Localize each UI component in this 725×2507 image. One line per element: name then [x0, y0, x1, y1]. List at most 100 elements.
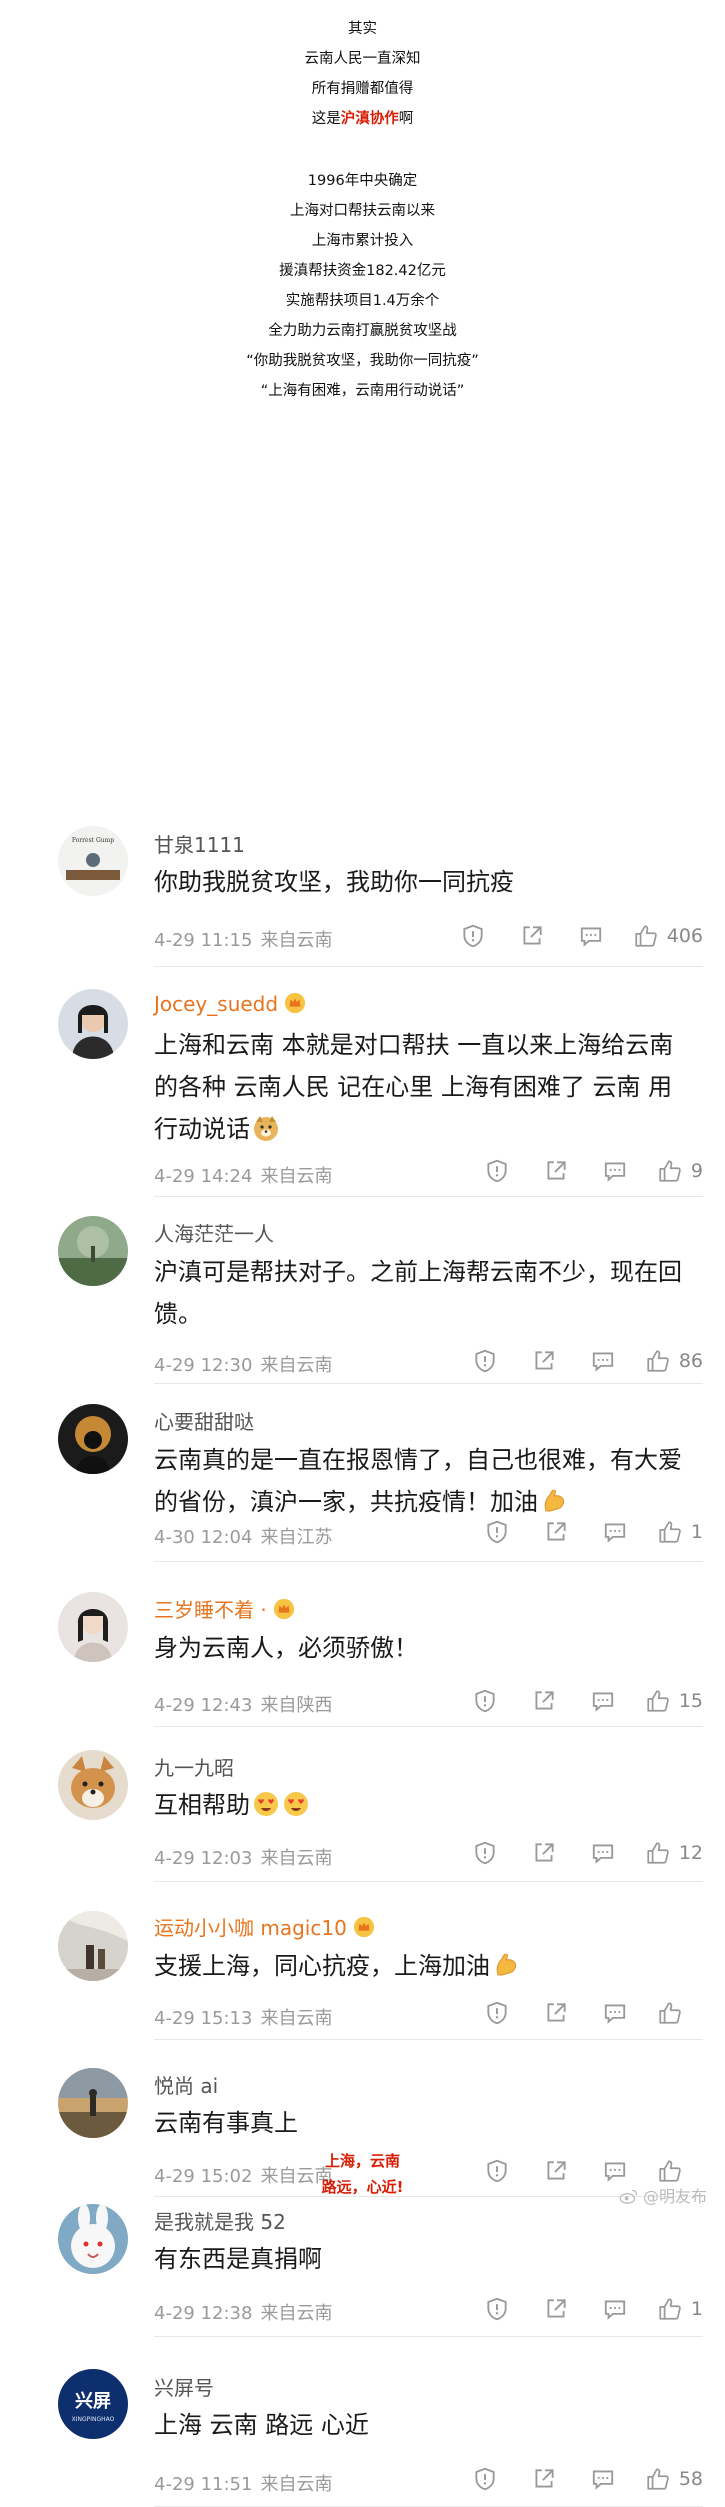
share-icon[interactable]: [529, 2464, 559, 2494]
author-name[interactable]: 三岁睡不着 ·: [154, 1598, 267, 1622]
reply-icon[interactable]: [588, 1686, 618, 1716]
like-button[interactable]: 15: [645, 1688, 703, 1714]
comment-author[interactable]: 三岁睡不着 ·: [154, 1594, 295, 1623]
report-icon[interactable]: [470, 1346, 500, 1376]
comment-meta: 4-29 14:24 来自云南: [154, 1162, 332, 1188]
report-icon[interactable]: [470, 1686, 500, 1716]
intro-line: 全力助力云南打赢脱贫攻坚战: [268, 323, 457, 339]
like-button[interactable]: 1: [657, 2296, 703, 2322]
report-icon[interactable]: [482, 1156, 512, 1186]
flexed-biceps-icon: [544, 1489, 565, 1512]
share-icon[interactable]: [541, 1156, 571, 1186]
divider: [154, 1726, 703, 1727]
comment-text: 身为云南人，必须骄傲！: [154, 1634, 418, 1662]
comment-date: 4-29 12:43: [154, 1695, 253, 1716]
avatar[interactable]: [58, 1750, 128, 1820]
share-icon[interactable]: [517, 921, 547, 951]
avatar[interactable]: [58, 2204, 128, 2274]
like-count: 12: [678, 1842, 703, 1864]
comment-actions: 1: [453, 1517, 703, 1547]
report-icon[interactable]: [482, 1517, 512, 1547]
comment-actions: [453, 1998, 703, 2028]
share-icon[interactable]: [541, 2294, 571, 2324]
share-icon[interactable]: [541, 1998, 571, 2028]
comment-author[interactable]: 运动小小咖 magic10: [154, 1912, 375, 1941]
share-icon[interactable]: [529, 1346, 559, 1376]
like-button[interactable]: 406: [633, 923, 703, 949]
avatar[interactable]: [58, 1404, 128, 1474]
like-icon: [659, 2298, 681, 2320]
avatar[interactable]: [58, 1216, 128, 1286]
svg-text:XINGPINGHAO: XINGPINGHAO: [72, 2416, 115, 2423]
heart-eyes-emoji-icon: [284, 1792, 308, 1816]
comment-meta: 4-29 12:30 来自云南: [154, 1351, 332, 1377]
comment-location: 来自云南: [260, 930, 333, 951]
comment-location: 来自云南: [260, 2474, 333, 2495]
avatar[interactable]: [58, 1592, 128, 1662]
author-name[interactable]: 运动小小咖 magic10: [154, 1916, 347, 1940]
reply-icon[interactable]: [600, 1517, 630, 1547]
report-icon[interactable]: [482, 1998, 512, 2028]
share-icon[interactable]: [529, 1686, 559, 1716]
comment-author[interactable]: 九一九昭: [154, 1752, 234, 1781]
comment-author[interactable]: 悦尚 ai: [154, 2070, 218, 2099]
comment-meta: 4-29 12:38 来自云南: [154, 2299, 332, 2325]
avatar[interactable]: Forrest Gump: [58, 826, 128, 896]
report-icon[interactable]: [482, 2294, 512, 2324]
like-button[interactable]: 12: [645, 1840, 703, 1866]
footer-slogan: 上海，云南 路远，心近!: [0, 2148, 725, 2200]
like-icon: [647, 1690, 669, 1712]
reply-icon[interactable]: [588, 1838, 618, 1868]
comment-meta: 4-29 11:51 来自云南: [154, 2470, 332, 2496]
comment-location: 来自江苏: [260, 1527, 333, 1548]
like-button[interactable]: 9: [657, 1158, 703, 1184]
avatar[interactable]: [58, 2068, 128, 2138]
flexed-biceps-icon: [496, 1953, 517, 1976]
avatar[interactable]: [58, 989, 128, 1059]
reply-icon[interactable]: [576, 921, 606, 951]
comment-author[interactable]: Jocey_suedd: [154, 992, 306, 1016]
comment-author[interactable]: 是我就是我 52: [154, 2206, 286, 2235]
intro-line: “上海有困难，云南用行动说话”: [260, 383, 465, 399]
reply-icon[interactable]: [600, 1998, 630, 2028]
comment-text: 上海 云南 路远 心近: [154, 2411, 369, 2439]
like-button[interactable]: [657, 2000, 703, 2026]
comment-date: 4-29 12:30: [154, 1355, 253, 1376]
report-icon[interactable]: [458, 921, 488, 951]
intro-line: 上海对口帮扶云南以来: [290, 203, 435, 219]
like-icon: [647, 1350, 669, 1372]
intro-line: 所有捐赠都值得: [311, 81, 414, 97]
author-name[interactable]: Jocey_suedd: [154, 992, 278, 1016]
comment-location: 来自云南: [260, 2303, 333, 2324]
avatar[interactable]: [58, 1911, 128, 1981]
like-icon: [659, 1521, 681, 1543]
intro-text: 其实 云南人民一直深知 所有捐赠都值得 这是沪滇协作啊 1996年中央确定 上海…: [0, 0, 725, 406]
avatar[interactable]: 兴屏 XINGPINGHAO: [58, 2369, 128, 2439]
reply-icon[interactable]: [588, 1346, 618, 1376]
intro-line: 上海市累计投入: [311, 233, 414, 249]
comment-actions: 15: [441, 1686, 703, 1716]
comment-actions: 58: [441, 2464, 703, 2494]
like-button[interactable]: 86: [645, 1348, 703, 1374]
comment-meta: 4-29 11:15 来自云南: [154, 926, 332, 952]
svg-text:Forrest Gump: Forrest Gump: [72, 837, 114, 844]
comment-actions: 9: [453, 1156, 703, 1186]
report-icon[interactable]: [470, 1838, 500, 1868]
reply-icon[interactable]: [600, 2294, 630, 2324]
comment-text-content: 上海和云南 本就是对口帮扶 一直以来上海给云南的各种 云南人民 记在心里 上海有…: [154, 1031, 674, 1143]
like-button[interactable]: 58: [645, 2466, 703, 2492]
like-button[interactable]: 1: [657, 1519, 703, 1545]
reply-icon[interactable]: [588, 2464, 618, 2494]
report-icon[interactable]: [470, 2464, 500, 2494]
share-icon[interactable]: [541, 1517, 571, 1547]
comment-author[interactable]: 兴屏号: [154, 2372, 214, 2401]
vip-crown-icon: [284, 992, 306, 1014]
like-count: 9: [690, 1160, 703, 1182]
comment-author[interactable]: 人海茫茫一人: [154, 1218, 274, 1247]
comment-text: 上海和云南 本就是对口帮扶 一直以来上海给云南的各种 云南人民 记在心里 上海有…: [154, 1024, 694, 1150]
comment-text: 支援上海，同心抗疫，上海加油: [154, 1945, 694, 1987]
comment-author[interactable]: 心要甜甜哒: [154, 1406, 254, 1435]
comment-author[interactable]: 甘泉1111: [154, 829, 245, 858]
reply-icon[interactable]: [600, 1156, 630, 1186]
share-icon[interactable]: [529, 1838, 559, 1868]
